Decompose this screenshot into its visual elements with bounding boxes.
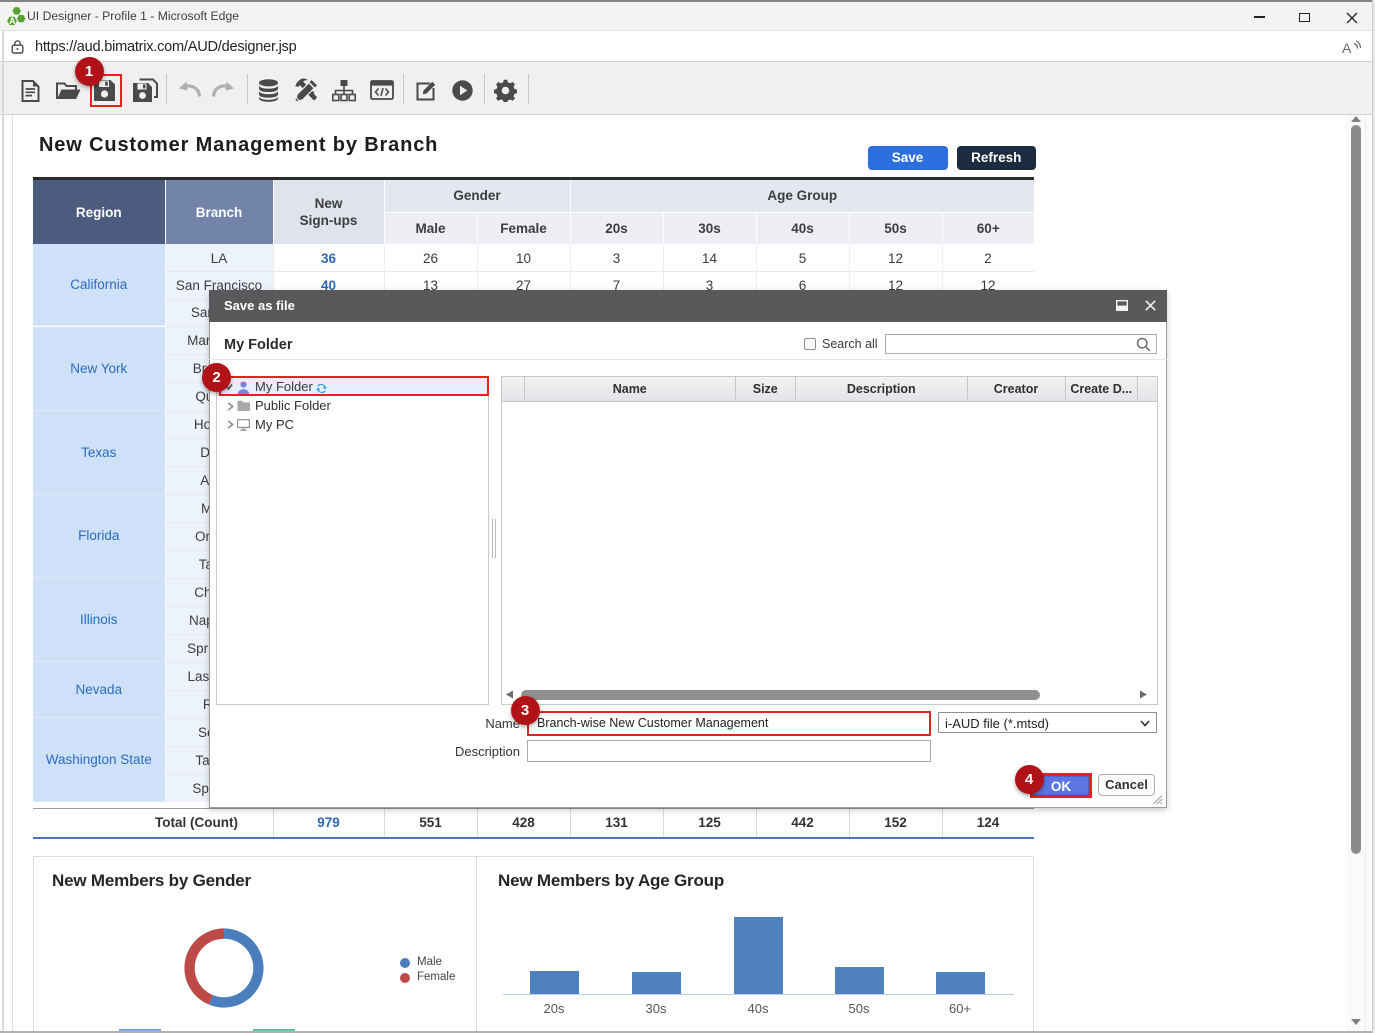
svg-text:A: A (9, 16, 16, 26)
svg-text:A: A (1342, 40, 1352, 55)
